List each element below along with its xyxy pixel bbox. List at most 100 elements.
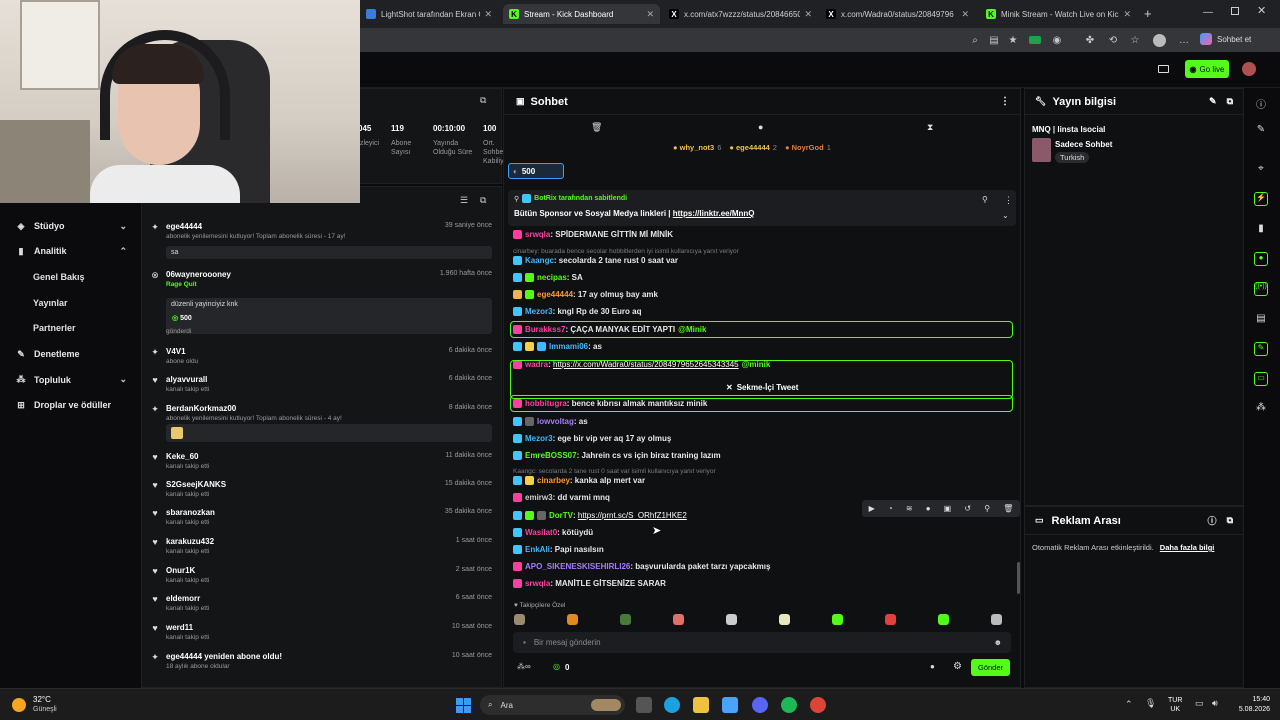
chat-username[interactable]: APO_SIKENESKISEHIRLI26: [525, 562, 630, 571]
chat-username[interactable]: emirw3: [525, 493, 553, 502]
chat-username[interactable]: Mezor3: [525, 434, 553, 443]
ad-popout-icon[interactable]: ⧉: [1227, 515, 1233, 526]
browser-tab[interactable]: K Stream - Kick Dashboard ✕: [503, 4, 660, 24]
tab-close-icon[interactable]: ✕: [484, 9, 492, 20]
edge-icon[interactable]: [664, 697, 680, 713]
leaderboard-entry[interactable]: ● why_not3 6: [673, 143, 721, 152]
chat-message[interactable]: Wasilat0: kötüydü: [513, 528, 593, 537]
chat-username[interactable]: srwqla: [525, 579, 550, 588]
rail-target-icon[interactable]: ⌖: [1254, 163, 1268, 177]
users-infinity-icon[interactable]: ⁂∞: [517, 662, 531, 671]
rail-users-icon[interactable]: ⁂: [1254, 402, 1268, 416]
ad-learn-more-link[interactable]: Daha fazla bilgi: [1160, 543, 1215, 552]
sidebar-item-people[interactable]: ⁂ Topluluk ⌄: [0, 370, 140, 390]
emote-icon[interactable]: [726, 614, 737, 625]
play-icon[interactable]: ▶: [869, 504, 875, 513]
chat-username[interactable]: hobbitugra: [525, 399, 567, 408]
activity-username[interactable]: V4V1: [166, 347, 186, 356]
app-icon[interactable]: [722, 697, 738, 713]
chat-input[interactable]: ▪ Bir mesaj gönderin ☻: [513, 632, 1011, 653]
chat-message[interactable]: hobbitugra: bence kıbrısı almak mantıksı…: [513, 399, 707, 408]
sidebar-subitem[interactable]: Yayınlar: [33, 298, 68, 308]
chat-message[interactable]: srwqla: MANİTLE GİTSENİZE SARAR: [513, 579, 666, 588]
user-avatar[interactable]: [1242, 62, 1256, 76]
tray-mic-icon[interactable]: 🎙︎: [1145, 698, 1156, 709]
profile-avatar[interactable]: [1152, 33, 1166, 47]
new-tab-button[interactable]: +: [1144, 6, 1152, 21]
stats-popout-icon[interactable]: ⧉: [480, 95, 486, 106]
emote-icon[interactable]: [514, 614, 525, 625]
edit-icon[interactable]: ✎: [1209, 96, 1217, 107]
activity-username[interactable]: eldemorr: [166, 594, 200, 603]
emote-icon[interactable]: [779, 614, 790, 625]
hourglass-icon[interactable]: ⧗: [927, 122, 933, 133]
chat-username[interactable]: cinarbey: [537, 476, 570, 485]
dashboard-layout-icon[interactable]: [1158, 65, 1169, 73]
activity-popout-icon[interactable]: ⧉: [480, 195, 486, 206]
chat-username[interactable]: Wasilat0: [525, 528, 557, 537]
slow-icon[interactable]: ≋: [906, 504, 913, 513]
close-window-button[interactable]: ✕: [1257, 4, 1266, 17]
sidebar-item-chart[interactable]: ▮ Analitik ⌃: [0, 241, 140, 261]
activity-username[interactable]: alyavvurall: [166, 375, 207, 384]
send-button[interactable]: Gönder: [971, 659, 1010, 676]
chat-message[interactable]: Immami06: as: [513, 342, 602, 351]
sidebar-item-wrench[interactable]: ✎ Denetleme: [0, 344, 140, 364]
activity-username[interactable]: BerdanKorkmaz00: [166, 404, 236, 413]
chat-username[interactable]: Immami06: [549, 342, 588, 351]
chat-username[interactable]: EmreBOSS07: [525, 451, 577, 460]
reader-icon[interactable]: ▤: [987, 33, 1001, 47]
discord-icon[interactable]: [752, 697, 768, 713]
chat-message[interactable]: Mezor3: kngl Rp de 30 Euro aq: [513, 307, 641, 316]
extension-icon[interactable]: ◉: [1050, 33, 1064, 47]
leaderboard-entry[interactable]: ● NoyrGod 1: [785, 143, 831, 152]
emote-icon[interactable]: [885, 614, 896, 625]
tab-close-icon[interactable]: ✕: [804, 9, 812, 20]
chat-message[interactable]: Burakkss7: ÇAÇA MANYAK EDİT YAPTI @Minik: [513, 325, 706, 334]
chat-message[interactable]: emirw3: dd varmi mnq: [513, 493, 610, 502]
tab-close-icon[interactable]: ✕: [961, 9, 969, 20]
activity-username[interactable]: S2GseejKANKS: [166, 480, 226, 489]
history-icon[interactable]: ⟲: [1106, 33, 1120, 47]
emote-icon[interactable]: [567, 614, 578, 625]
chat-scrollbar[interactable]: [1017, 562, 1020, 594]
chat-username[interactable]: lowvoltag: [537, 417, 574, 426]
tab-close-icon[interactable]: ✕: [646, 9, 654, 20]
unpin-icon[interactable]: ⚲: [982, 195, 988, 204]
extension-green-icon[interactable]: [1028, 33, 1042, 47]
delete-message-icon[interactable]: 🗑︎: [1003, 504, 1013, 513]
activity-username[interactable]: ege44444 yeniden abone oldu!: [166, 652, 282, 661]
ad-info-icon[interactable]: ⓘ: [1208, 514, 1217, 527]
more-menu-icon[interactable]: …: [1177, 33, 1191, 47]
chat-link[interactable]: https://prnt.sc/S_ORhfZ1HKE2: [578, 511, 687, 520]
chat-message[interactable]: EmreBOSS07: Jahrein cs vs için biraz tra…: [513, 451, 721, 460]
emoji-icon[interactable]: ☻: [994, 638, 1002, 647]
chat-message[interactable]: cinarbey: kanka alp mert var: [513, 476, 645, 485]
chat-message[interactable]: EnkAli: Papi nasılsın: [513, 545, 604, 554]
chat-username[interactable]: EnkAli: [525, 545, 550, 554]
rail-window-icon[interactable]: ▭: [1254, 372, 1268, 386]
emote-icon[interactable]: [938, 614, 949, 625]
emote-icon[interactable]: [832, 614, 843, 625]
tab-close-icon[interactable]: ✕: [1123, 9, 1131, 20]
pin-message-icon[interactable]: ⚲: [984, 504, 990, 513]
rail-info-icon[interactable]: ⓘ: [1254, 96, 1268, 111]
leaderboard-entry[interactable]: ● ege44444 2: [729, 143, 777, 152]
activity-username[interactable]: 06wayneroooney: [166, 270, 231, 279]
tray-chevron-icon[interactable]: ⌃: [1125, 699, 1133, 710]
chat-settings-icon[interactable]: ●: [758, 122, 763, 132]
tray-volume-icon[interactable]: 🔊︎: [1212, 698, 1218, 709]
pinned-expand-icon[interactable]: ⌄: [1002, 211, 1009, 220]
chat-message[interactable]: DorTV: https://prnt.sc/S_ORhfZ1HKE2: [513, 511, 687, 520]
chat-message[interactable]: lowvoltag: as: [513, 417, 588, 426]
chat-username[interactable]: DorTV: [549, 511, 573, 520]
chat-message[interactable]: Mezor3: ege bir vip ver aq 17 ay olmuş: [513, 434, 671, 443]
tweet-embed-label[interactable]: ✕ Sekme-İçi Tweet: [726, 383, 798, 392]
rail-broadcast-icon[interactable]: ((•)): [1254, 282, 1268, 296]
taskbar-search[interactable]: ⌕ Ara: [480, 695, 625, 715]
favorites-icon[interactable]: ☆: [1128, 33, 1142, 47]
chat-username[interactable]: Kaangc: [525, 256, 554, 265]
chat-message[interactable]: ege44444: 17 ay olmuş bay amk: [513, 290, 658, 299]
undo-icon[interactable]: ↺: [964, 504, 971, 513]
gift-goal[interactable]: ◐ 500: [508, 163, 564, 179]
